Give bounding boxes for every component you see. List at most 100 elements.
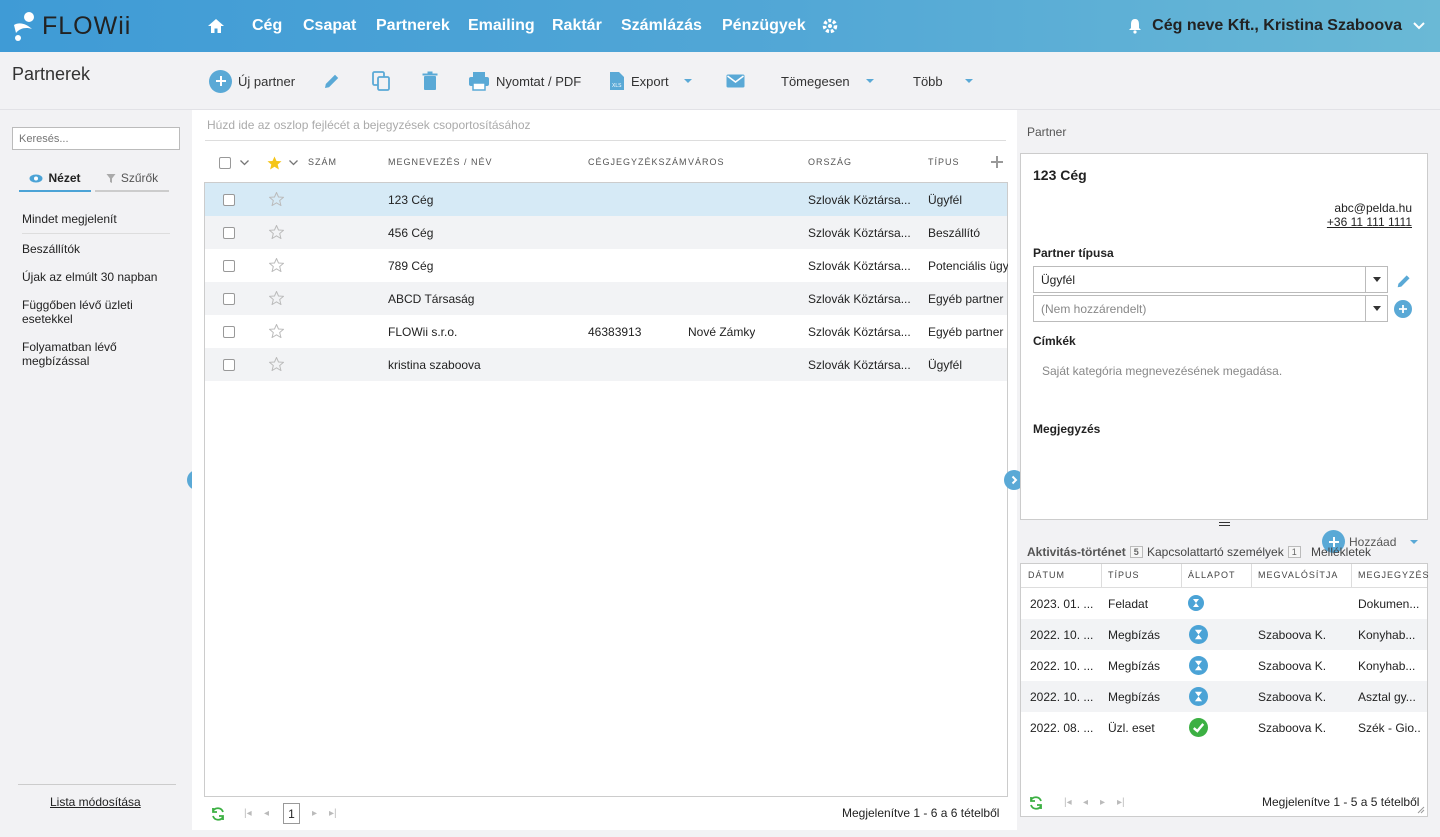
column-header-type[interactable]: TÍPUS bbox=[928, 157, 960, 167]
table-row[interactable]: 789 Cég Szlovák Köztársa... Potenciális … bbox=[205, 249, 1008, 282]
sidebar-item-all[interactable]: Mindet megjelenít bbox=[22, 212, 172, 226]
last-page-icon[interactable]: ▸| bbox=[329, 808, 337, 819]
favorite-star-icon[interactable] bbox=[269, 258, 284, 272]
new-partner-button[interactable]: Új partner bbox=[209, 52, 295, 110]
table-row[interactable]: ABCD Társaság Szlovák Köztársa... Egyéb … bbox=[205, 282, 1007, 315]
favorite-star-filled-icon[interactable] bbox=[267, 156, 282, 170]
next-page-icon[interactable]: ▸ bbox=[1100, 797, 1105, 808]
page-number-box[interactable]: 1 bbox=[283, 803, 300, 824]
activity-row[interactable]: 2023. 01. ... Feladat Dokumen... bbox=[1021, 588, 1427, 619]
cell-type: Beszállító bbox=[928, 226, 981, 240]
activity-row[interactable]: 2022. 08. ... Üzl. eset Szaboova K. Szék… bbox=[1021, 712, 1427, 743]
favorite-star-icon[interactable] bbox=[269, 291, 284, 305]
tab-activity-history[interactable]: Aktivitás-történet 5 bbox=[1027, 545, 1143, 559]
chevron-down-icon[interactable] bbox=[239, 159, 250, 167]
column-header-number[interactable]: SZÁM bbox=[308, 157, 337, 167]
partner-email[interactable]: abc@pelda.hu bbox=[1334, 201, 1412, 215]
sidebar-search-input[interactable] bbox=[12, 127, 180, 150]
column-header-status[interactable]: ÁLLAPOT bbox=[1188, 570, 1236, 580]
partner-subtype-select[interactable]: (Nem hozzárendelt) bbox=[1033, 295, 1388, 322]
flowii-logo[interactable]: FLOWii bbox=[12, 9, 142, 43]
tags-input[interactable]: Saját kategória megnevezésének megadása. bbox=[1042, 364, 1282, 378]
cell-country: Szlovák Köztársa... bbox=[808, 325, 911, 339]
activity-row[interactable]: 2022. 10. ... Megbízás Szaboova K. Konyh… bbox=[1021, 650, 1427, 681]
column-header-date[interactable]: DÁTUM bbox=[1028, 570, 1065, 580]
chevron-down-icon[interactable] bbox=[288, 159, 299, 167]
favorite-star-icon[interactable] bbox=[269, 324, 284, 338]
table-row[interactable]: 123 Cég Szlovák Köztársa... Ügyfél bbox=[205, 183, 1007, 216]
sidebar-item-suppliers[interactable]: Beszállítók bbox=[22, 242, 172, 256]
sidebar-item-active-orders[interactable]: Folyamatban lévő megbízással bbox=[22, 340, 172, 368]
select-all-checkbox[interactable] bbox=[219, 157, 231, 169]
favorite-star-icon[interactable] bbox=[269, 357, 284, 371]
column-header-activity-type[interactable]: TÍPUS bbox=[1108, 570, 1140, 580]
add-column-plus-icon[interactable] bbox=[990, 155, 1004, 169]
table-row[interactable]: kristina szaboova Szlovák Köztársa... Üg… bbox=[205, 348, 1007, 381]
sidebar-item-new-30-days[interactable]: Újak az elmúlt 30 napban bbox=[22, 270, 172, 284]
column-header-city[interactable]: VÁROS bbox=[688, 157, 725, 167]
first-page-icon[interactable]: |◂ bbox=[1064, 797, 1072, 808]
sidebar-divider bbox=[18, 784, 176, 785]
print-pdf-button[interactable]: Nyomtat / PDF bbox=[468, 52, 581, 110]
chevron-down-icon[interactable] bbox=[1412, 21, 1426, 31]
row-checkbox[interactable] bbox=[223, 326, 235, 338]
nav-item-invoicing[interactable]: Számlázás bbox=[621, 0, 702, 52]
sidebar-item-pending-deals[interactable]: Függőben lévő üzleti esetekkel bbox=[22, 298, 172, 326]
copy-icon[interactable] bbox=[371, 52, 391, 110]
nav-item-warehouse[interactable]: Raktár bbox=[552, 0, 602, 52]
bulk-actions-dropdown[interactable]: Tömegesen bbox=[781, 52, 876, 110]
column-header-name[interactable]: MEGNEVEZÉS / NÉV bbox=[388, 157, 493, 167]
favorite-star-icon[interactable] bbox=[269, 192, 284, 206]
more-dropdown[interactable]: Több bbox=[913, 52, 975, 110]
column-header-registration[interactable]: CÉGJEGYZÉKSZÁM bbox=[588, 157, 688, 167]
edit-list-link[interactable]: Lista módosítása bbox=[50, 795, 141, 809]
home-icon[interactable] bbox=[207, 0, 225, 52]
nav-item-company[interactable]: Cég bbox=[252, 0, 282, 52]
row-checkbox[interactable] bbox=[223, 260, 235, 272]
edit-pencil-icon[interactable] bbox=[322, 52, 342, 110]
refresh-icon[interactable] bbox=[210, 807, 226, 821]
user-company-label[interactable]: Cég neve Kft., Kristina Szaboova bbox=[1152, 17, 1402, 35]
nav-item-emailing[interactable]: Emailing bbox=[468, 0, 535, 52]
user-menu[interactable]: Cég neve Kft., Kristina Szaboova bbox=[1128, 0, 1426, 52]
prev-page-icon[interactable]: ◂ bbox=[264, 808, 269, 819]
table-row[interactable]: 456 Cég Szlovák Köztársa... Beszállító bbox=[205, 216, 1007, 249]
activity-row[interactable]: 2022. 10. ... Megbízás Szaboova K. Konyh… bbox=[1021, 619, 1427, 650]
settings-gear-icon[interactable] bbox=[821, 0, 839, 52]
delete-trash-icon[interactable] bbox=[421, 52, 439, 110]
add-type-plus-icon[interactable] bbox=[1394, 300, 1412, 318]
tab-contacts[interactable]: Kapcsolattartó személyek 1 bbox=[1147, 545, 1301, 559]
row-checkbox[interactable] bbox=[223, 293, 235, 305]
row-checkbox[interactable] bbox=[223, 194, 235, 206]
partner-type-select[interactable]: Ügyfél bbox=[1033, 266, 1388, 293]
activity-row[interactable]: 2022. 10. ... Megbízás Szaboova K. Aszta… bbox=[1021, 681, 1427, 712]
activity-table: DÁTUM TÍPUS ÁLLAPOT MEGVALÓSÍTJA MEGJEGY… bbox=[1020, 563, 1430, 817]
column-header-note[interactable]: MEGJEGYZÉS bbox=[1358, 570, 1430, 580]
tab-filters[interactable]: Szűrők bbox=[95, 166, 169, 192]
nav-item-finance[interactable]: Pénzügyek bbox=[722, 0, 806, 52]
column-header-owner[interactable]: MEGVALÓSÍTJA bbox=[1258, 570, 1338, 580]
caret-down-icon[interactable] bbox=[1409, 539, 1419, 545]
bell-icon[interactable] bbox=[1128, 18, 1142, 34]
first-page-icon[interactable]: |◂ bbox=[244, 808, 252, 819]
favorite-star-icon[interactable] bbox=[269, 225, 284, 239]
nav-item-partners[interactable]: Partnerek bbox=[376, 0, 450, 52]
column-header-country[interactable]: ORSZÁG bbox=[808, 157, 852, 167]
tab-view[interactable]: Nézet bbox=[19, 166, 91, 192]
email-envelope-icon[interactable] bbox=[726, 52, 745, 110]
row-checkbox[interactable] bbox=[223, 359, 235, 371]
resize-handle[interactable] bbox=[1219, 522, 1230, 526]
tab-attachments[interactable]: Mellékletek bbox=[1311, 545, 1371, 559]
partner-phone[interactable]: +36 11 111 1111 bbox=[1327, 215, 1412, 229]
table-row[interactable]: FLOWii s.r.o. 46383913 Nové Zámky Szlová… bbox=[205, 315, 1007, 348]
nav-item-team[interactable]: Csapat bbox=[303, 0, 356, 52]
next-page-icon[interactable]: ▸ bbox=[312, 808, 317, 819]
export-button[interactable]: XLS Export bbox=[609, 52, 695, 110]
last-page-icon[interactable]: ▸| bbox=[1117, 797, 1125, 808]
edit-pencil-icon[interactable] bbox=[1395, 272, 1413, 290]
tab-view-label: Nézet bbox=[48, 171, 81, 185]
refresh-icon[interactable] bbox=[1028, 796, 1044, 810]
row-checkbox[interactable] bbox=[223, 227, 235, 239]
cell-name: kristina szaboova bbox=[388, 358, 481, 372]
prev-page-icon[interactable]: ◂ bbox=[1083, 797, 1088, 808]
